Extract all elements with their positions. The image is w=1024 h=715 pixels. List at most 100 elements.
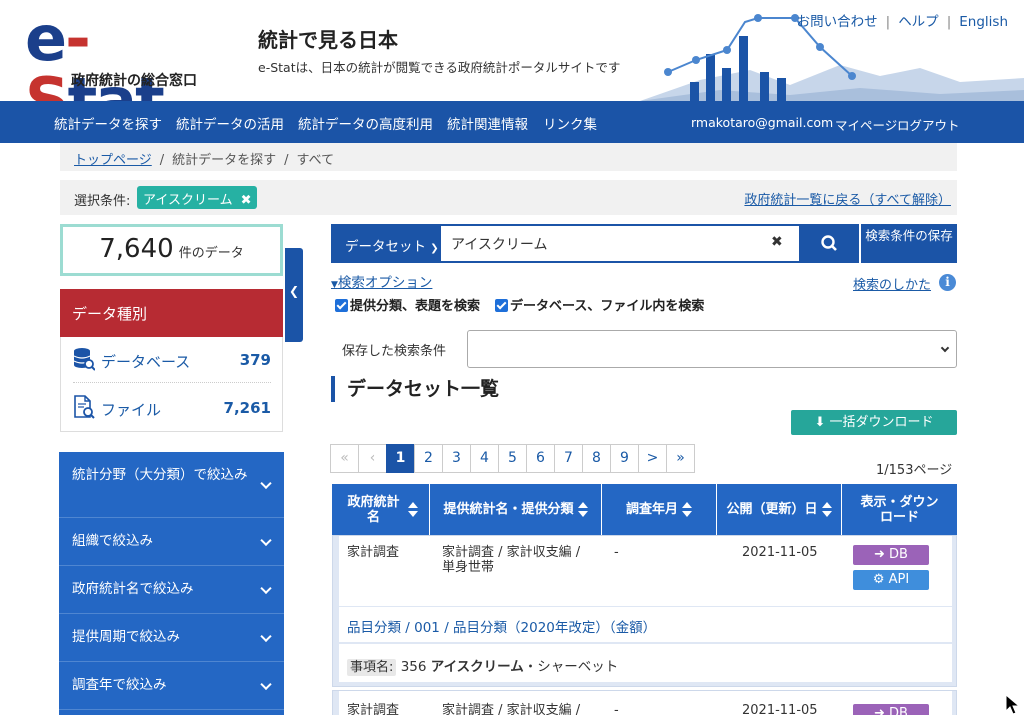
data-type-database-label: データベース bbox=[101, 353, 191, 371]
page-1[interactable]: 1 bbox=[386, 444, 415, 473]
arrow-right-icon: ➜ bbox=[874, 547, 890, 562]
save-search-button[interactable]: 検索条件の保存 bbox=[859, 224, 957, 263]
nav-related-info[interactable]: 統計関連情報 bbox=[447, 113, 528, 133]
chevron-down-icon bbox=[260, 582, 272, 594]
page-2[interactable]: 2 bbox=[414, 444, 443, 473]
checkbox-checked-icon bbox=[495, 299, 508, 312]
saved-search-select[interactable] bbox=[467, 330, 957, 368]
breadcrumb-all: すべて bbox=[296, 153, 335, 168]
cell-provided-name[interactable]: 家計調査 / 家計収支編 / 単身世帯 bbox=[442, 545, 592, 575]
contact-link[interactable]: お問い合わせ bbox=[797, 14, 878, 30]
api-button-label: API bbox=[888, 572, 910, 587]
table-row: 家計調査 家計調査 / 家計収支編 / 単身世帯 - 2021-11-05 ➜ … bbox=[332, 535, 957, 687]
cell-stat-name: 家計調査 bbox=[347, 545, 400, 560]
saved-search-label: 保存した検索条件 bbox=[342, 344, 447, 359]
bulk-download-button[interactable]: ⬇ 一括ダウンロード bbox=[791, 410, 957, 435]
page-5[interactable]: 5 bbox=[498, 444, 527, 473]
column-label: 表示・ダウンロード bbox=[860, 494, 939, 525]
remove-tag-icon[interactable]: ✖ bbox=[241, 193, 252, 208]
mypage-link[interactable]: マイページ bbox=[835, 115, 897, 134]
chevron-down-icon bbox=[940, 343, 950, 353]
db-button-label: DB bbox=[889, 706, 908, 715]
english-link[interactable]: English bbox=[959, 14, 1008, 30]
arrow-right-icon: ➜ bbox=[874, 706, 890, 715]
search-input[interactable] bbox=[441, 226, 799, 261]
column-publish-date[interactable]: 公開（更新）日 bbox=[717, 484, 842, 535]
data-type-list: データベース 379 ファイル 7,261 bbox=[60, 337, 283, 432]
filter-survey-year[interactable]: 調査年で絞込み bbox=[59, 662, 284, 710]
api-button[interactable]: ⚙ API bbox=[853, 570, 929, 590]
column-survey-date[interactable]: 調査年月 bbox=[602, 484, 717, 535]
sort-icon bbox=[577, 501, 588, 518]
db-button[interactable]: ➜ DB bbox=[853, 704, 929, 715]
search-title-checkbox-label: 提供分類、表題を検索 bbox=[350, 299, 481, 314]
item-code: 356 bbox=[400, 659, 427, 675]
filter-organization[interactable]: 組織で絞込み bbox=[59, 518, 284, 566]
filter-cycle[interactable]: 提供周期で絞込み bbox=[59, 614, 284, 662]
page-9[interactable]: 9 bbox=[610, 444, 639, 473]
estat-logo[interactable]: e-Stat 政府統計の総合窓口 bbox=[25, 8, 225, 102]
page-8[interactable]: 8 bbox=[582, 444, 611, 473]
filter-statistics-field[interactable]: 統計分野（大分類）で絞込み bbox=[59, 452, 284, 518]
search-howto-link[interactable]: 検索のしかた bbox=[853, 274, 931, 293]
logout-link[interactable]: ログアウト bbox=[897, 115, 960, 134]
nav-links[interactable]: リンク集 bbox=[543, 113, 597, 133]
data-type-file-label: ファイル bbox=[101, 401, 162, 419]
page-3[interactable]: 3 bbox=[442, 444, 471, 473]
reset-conditions-link[interactable]: 政府統計一覧に戻る（すべて解除） bbox=[744, 189, 951, 208]
help-link[interactable]: ヘルプ bbox=[898, 14, 939, 30]
clear-search-icon[interactable]: ✖ bbox=[771, 234, 783, 250]
column-provided-name[interactable]: 提供統計名・提供分類 bbox=[430, 484, 602, 535]
nav-find-data[interactable]: 統計データを探す bbox=[54, 113, 162, 133]
search-options-label: 検索オプション bbox=[337, 275, 433, 291]
condition-tag[interactable]: アイスクリーム ✖ bbox=[137, 186, 258, 209]
data-type-database[interactable]: データベース 379 bbox=[73, 337, 271, 383]
search-title-checkbox[interactable]: 提供分類、表題を検索 bbox=[335, 295, 480, 314]
item-name-tag: 事項名: bbox=[347, 659, 397, 676]
nav-use-data[interactable]: 統計データの活用 bbox=[176, 113, 284, 133]
page-6[interactable]: 6 bbox=[526, 444, 555, 473]
dataset-list-title: データセット一覧 bbox=[331, 376, 631, 402]
search-content-checkbox[interactable]: データベース、ファイル内を検索 bbox=[495, 295, 704, 314]
page-next[interactable]: > bbox=[638, 444, 667, 473]
page-first[interactable]: « bbox=[330, 444, 359, 473]
item-rest: ・シャーベット bbox=[523, 659, 619, 675]
data-type-file-count: 7,261 bbox=[223, 399, 271, 417]
table-row-main: 家計調査 家計調査 / 家計収支編 / - 2021-11-05 ➜ DB bbox=[339, 691, 952, 715]
table-row: 家計調査 家計調査 / 家計収支編 / - 2021-11-05 ➜ DB bbox=[332, 690, 957, 715]
download-icon: ⬇ bbox=[814, 415, 826, 430]
item-highlight: アイスクリーム bbox=[430, 659, 524, 675]
dataset-type-label: データセット bbox=[345, 239, 426, 255]
dataset-type-select[interactable]: データセット ❯ bbox=[331, 224, 441, 263]
table-row-main: 家計調査 家計調査 / 家計収支編 / 単身世帯 - 2021-11-05 ➜ … bbox=[339, 536, 952, 606]
column-label: 政府統計名 bbox=[347, 494, 400, 525]
search-options-toggle[interactable]: ▼検索オプション bbox=[331, 271, 432, 291]
chevron-down-icon bbox=[260, 630, 272, 642]
filter-label: 統計分野（大分類）で絞込み bbox=[72, 467, 248, 483]
database-icon bbox=[73, 348, 95, 371]
row-classification-link[interactable]: 品目分類 / 001 / 品目分類（2020年改定）（金額） bbox=[339, 607, 952, 642]
column-label: 調査年月 bbox=[625, 502, 678, 517]
search-button[interactable] bbox=[801, 224, 857, 263]
gears-icon: ⚙ bbox=[872, 572, 889, 587]
nav-advanced-use[interactable]: 統計データの高度利用 bbox=[298, 113, 433, 133]
data-type-database-count: 379 bbox=[239, 351, 271, 369]
page-7[interactable]: 7 bbox=[554, 444, 583, 473]
caret-down-icon: ▼ bbox=[331, 280, 338, 290]
page-last[interactable]: » bbox=[666, 444, 695, 473]
filter-stat-name[interactable]: 政府統計名で絞込み bbox=[59, 566, 284, 614]
column-stat-name[interactable]: 政府統計名 bbox=[332, 484, 430, 535]
chevron-left-icon: ❮ bbox=[288, 284, 300, 298]
data-type-file[interactable]: ファイル 7,261 bbox=[73, 385, 271, 431]
db-button[interactable]: ➜ DB bbox=[853, 545, 929, 565]
page-4[interactable]: 4 bbox=[470, 444, 499, 473]
page-prev[interactable]: ‹ bbox=[358, 444, 387, 473]
sort-icon bbox=[682, 501, 692, 518]
logo-subtitle: 政府統計の総合窓口 bbox=[71, 73, 197, 89]
cell-provided-name[interactable]: 家計調査 / 家計収支編 / bbox=[442, 703, 580, 715]
breadcrumb-top[interactable]: トップページ bbox=[74, 153, 152, 168]
cell-survey-date: - bbox=[614, 545, 619, 560]
user-email: rmakotaro@gmail.com bbox=[691, 115, 834, 130]
sidebar-collapse-button[interactable]: ❮ bbox=[285, 248, 303, 342]
info-icon[interactable]: i bbox=[939, 274, 956, 291]
